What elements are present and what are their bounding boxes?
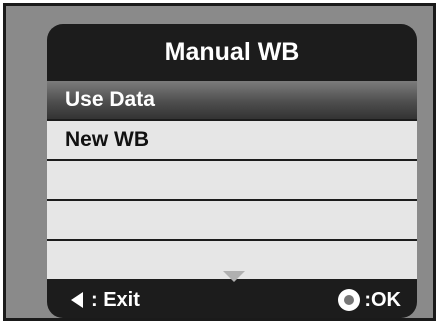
menu-list: Use Data New WB bbox=[47, 81, 417, 281]
ok-label: :OK bbox=[364, 288, 401, 311]
menu-title: Manual WB bbox=[164, 38, 300, 66]
menu-item-new-wb[interactable]: New WB bbox=[47, 121, 417, 159]
exit-label: : Exit bbox=[91, 288, 140, 311]
menu-item-empty bbox=[47, 201, 417, 239]
ok-hint[interactable]: :OK bbox=[338, 282, 401, 318]
scroll-down-icon[interactable] bbox=[223, 271, 245, 282]
camera-lcd-frame: Manual WB Use Data New WB : Exit :OK bbox=[3, 3, 436, 321]
menu-item-use-data[interactable]: Use Data bbox=[47, 81, 417, 119]
ok-button-icon bbox=[338, 289, 361, 311]
menu-screen: Manual WB Use Data New WB : Exit :OK bbox=[47, 24, 417, 318]
menu-item-empty bbox=[47, 161, 417, 199]
left-arrow-icon bbox=[71, 292, 83, 308]
exit-hint[interactable]: : Exit bbox=[71, 282, 140, 318]
footer-bar: : Exit :OK bbox=[47, 282, 417, 318]
